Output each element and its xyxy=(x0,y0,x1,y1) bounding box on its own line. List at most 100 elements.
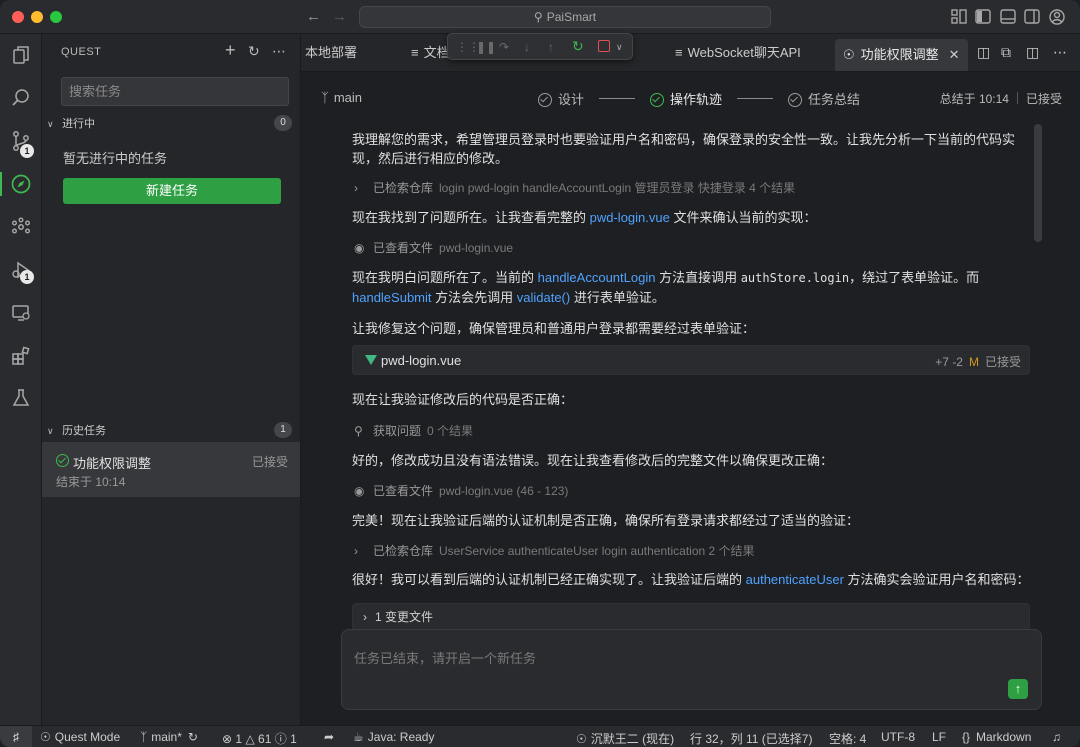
error-count: 1 xyxy=(235,732,243,746)
diff-stat: +7 -2 xyxy=(935,355,963,369)
author-status[interactable]: ☉ 沉默王二 (现在) xyxy=(576,730,674,747)
stop-icon[interactable] xyxy=(598,40,610,52)
new-task-button[interactable]: 新建任务 xyxy=(63,178,281,204)
refresh-icon[interactable]: ↻ xyxy=(248,43,260,60)
extensions-icon[interactable] xyxy=(10,345,32,367)
tool-label: 已查看文件 xyxy=(373,484,434,498)
changed-files-summary[interactable]: › 1 变更文件 xyxy=(352,603,1030,631)
layout-grid-icon[interactable] xyxy=(951,9,967,24)
close-window-button[interactable] xyxy=(12,11,24,23)
changed-file-card[interactable]: pwd-login.vue +7 -2 M 已接受 xyxy=(352,345,1030,375)
file-status: 已接受 xyxy=(984,355,1021,369)
forward-arrow-icon[interactable]: → xyxy=(332,8,347,25)
restart-icon[interactable]: ↻ xyxy=(572,38,584,55)
task-input-box[interactable]: 任务已结束，请开启一个新任务 ↑ xyxy=(341,629,1042,710)
symbol-link[interactable]: validate() xyxy=(517,290,570,305)
send-arrow-icon[interactable]: ↑ xyxy=(1008,679,1028,699)
explorer-icon[interactable] xyxy=(10,44,32,66)
step-task-summary[interactable]: 任务总结 xyxy=(788,89,860,108)
chevron-down-icon[interactable]: ∨ xyxy=(616,42,623,53)
account-icon[interactable] xyxy=(1049,9,1065,25)
branch-icon: ᛉ xyxy=(140,730,148,744)
minimize-window-button[interactable] xyxy=(31,11,43,23)
add-icon[interactable]: + xyxy=(225,40,236,61)
tab-permission-adjust[interactable]: ☉ 功能权限调整 ✕ xyxy=(835,39,968,71)
share-icon[interactable]: ➦ xyxy=(324,730,334,744)
history-section-header[interactable]: ∨ 历史任务 1 xyxy=(47,422,292,440)
quest-icon: ☉ xyxy=(843,47,855,62)
tool-call-search-repo[interactable]: › 已检索仓库 login pwd-login handleAccountLogin… xyxy=(354,179,795,196)
assistant-message: 让我修复这个问题，确保管理员和普通用户登录都需要经过表单验证： xyxy=(352,321,756,336)
tool-call-get-problems[interactable]: ⚲ 获取问题 0 个结果 xyxy=(354,422,473,439)
extensions-hub-icon[interactable] xyxy=(10,216,32,238)
cursor-position[interactable]: 行 32，列 11 (已选择7) xyxy=(690,730,812,747)
symbol-link[interactable]: handleSubmit xyxy=(352,290,432,305)
step-design[interactable]: 设计 xyxy=(538,89,584,108)
task-search-input[interactable]: 搜索任务 xyxy=(61,77,289,106)
tab-docs[interactable]: ≡ 文档 xyxy=(411,34,450,71)
status-bar: ♯ ☉ Quest Mode ᛉ main* ↻ ⊗ 1 △ 61 ⓘ 1 ➦ ☕ Ja… xyxy=(0,725,1080,747)
encoding[interactable]: UTF-8 xyxy=(881,730,915,744)
branch-status[interactable]: ᛉ main* ↻ xyxy=(140,730,198,744)
split-editor-icon[interactable]: ◫ xyxy=(1026,34,1039,71)
testing-flask-icon[interactable] xyxy=(10,387,32,409)
debug-toolbar: ⋮⋮ ❚❚ ↷ ↓ ↑ ↻ ∨ xyxy=(447,33,633,60)
step-over-icon[interactable]: ↷ xyxy=(499,40,509,54)
file-link[interactable]: pwd-login.vue xyxy=(590,210,670,225)
more-actions-icon[interactable]: ⋯ xyxy=(1053,34,1067,71)
toggle-sidebar-icon[interactable] xyxy=(975,9,991,24)
maximize-window-button[interactable] xyxy=(50,11,62,23)
text: 很好！我可以看到后端的认证机制已经正确实现了。让我验证后端的 xyxy=(352,572,746,587)
in-progress-section-header[interactable]: ∨ 进行中 0 xyxy=(47,115,292,133)
search-icon[interactable] xyxy=(10,87,32,109)
assistant-message: 我理解您的需求，希望管理员登录时也要验证用户名和密码，确保登录的安全性一致。让我… xyxy=(352,132,1016,166)
scrollbar[interactable] xyxy=(1034,124,1042,242)
end-of-line[interactable]: LF xyxy=(932,730,946,744)
file-icon: ≡ xyxy=(411,45,419,60)
step-connector xyxy=(737,98,773,99)
remote-icon[interactable]: ♯ xyxy=(0,726,32,747)
text: 方法直接调用 xyxy=(655,270,741,285)
remote-explorer-icon[interactable] xyxy=(10,302,32,324)
tab-local-deploy[interactable]: 本地部署 xyxy=(305,34,357,71)
symbol-link[interactable]: authenticateUser xyxy=(746,572,844,587)
author-label: 沉默王二 (现在) xyxy=(590,732,675,746)
step-out-icon[interactable]: ↑ xyxy=(548,40,554,54)
tool-call-view-file[interactable]: ◉ 已查看文件 pwd-login.vue xyxy=(354,239,513,256)
tool-call-view-file[interactable]: ◉ 已查看文件 pwd-login.vue (46 - 123) xyxy=(354,482,568,499)
warning-count: 61 xyxy=(258,732,272,746)
quest-mode-indicator[interactable]: ☉ Quest Mode xyxy=(40,730,120,744)
info-count: 1 xyxy=(290,732,297,746)
command-search-bar[interactable]: ⚲ PaiSmart xyxy=(359,6,771,28)
java-status[interactable]: ☕ Java: Ready xyxy=(353,730,434,744)
indentation[interactable]: 空格: 4 xyxy=(829,730,866,747)
history-task-item[interactable]: 功能权限调整 已接受 结束于 10:14 xyxy=(42,442,300,497)
step-label: 操作轨迹 xyxy=(670,92,723,107)
toggle-secondary-sidebar-icon[interactable] xyxy=(1024,9,1040,24)
tool-detail: pwd-login.vue (46 - 123) xyxy=(439,484,569,498)
sync-icon: ↻ xyxy=(187,730,198,744)
tab-websocket-api[interactable]: ≡ WebSocket聊天API xyxy=(675,34,801,71)
more-icon[interactable]: ⋯ xyxy=(272,43,286,60)
open-file-icon[interactable]: ⧉ xyxy=(1001,34,1011,71)
symbol-link[interactable]: handleAccountLogin xyxy=(538,270,656,285)
run-debug-badge: 1 xyxy=(20,270,34,284)
eye-icon: ◉ xyxy=(354,241,365,255)
problems-status[interactable]: ⊗ 1 △ 61 ⓘ 1 xyxy=(222,730,297,747)
eye-icon: ◉ xyxy=(354,484,365,498)
split-diff-icon[interactable]: ◫ xyxy=(977,34,990,71)
step-operation-trace[interactable]: 操作轨迹 xyxy=(650,89,722,108)
close-icon[interactable]: ✕ xyxy=(949,47,960,62)
notifications-bell-icon[interactable]: ♫ xyxy=(1052,730,1061,744)
branch-indicator[interactable]: ᛉ main xyxy=(321,90,362,105)
step-into-icon[interactable]: ↓ xyxy=(524,40,530,54)
back-arrow-icon[interactable]: ← xyxy=(306,8,321,25)
task-input-placeholder: 任务已结束，请开启一个新任务 xyxy=(354,651,537,666)
pause-icon[interactable]: ❚❚ xyxy=(476,40,496,54)
tab-label: WebSocket聊天API xyxy=(687,45,801,60)
tool-call-search-repo[interactable]: › 已检索仓库 UserService authenticateUser login… xyxy=(354,542,755,559)
quest-icon[interactable] xyxy=(10,173,32,195)
tool-label: 已检索仓库 xyxy=(373,544,434,558)
language-mode[interactable]: {} Markdown xyxy=(962,730,1031,744)
toggle-panel-icon[interactable] xyxy=(1000,9,1016,24)
